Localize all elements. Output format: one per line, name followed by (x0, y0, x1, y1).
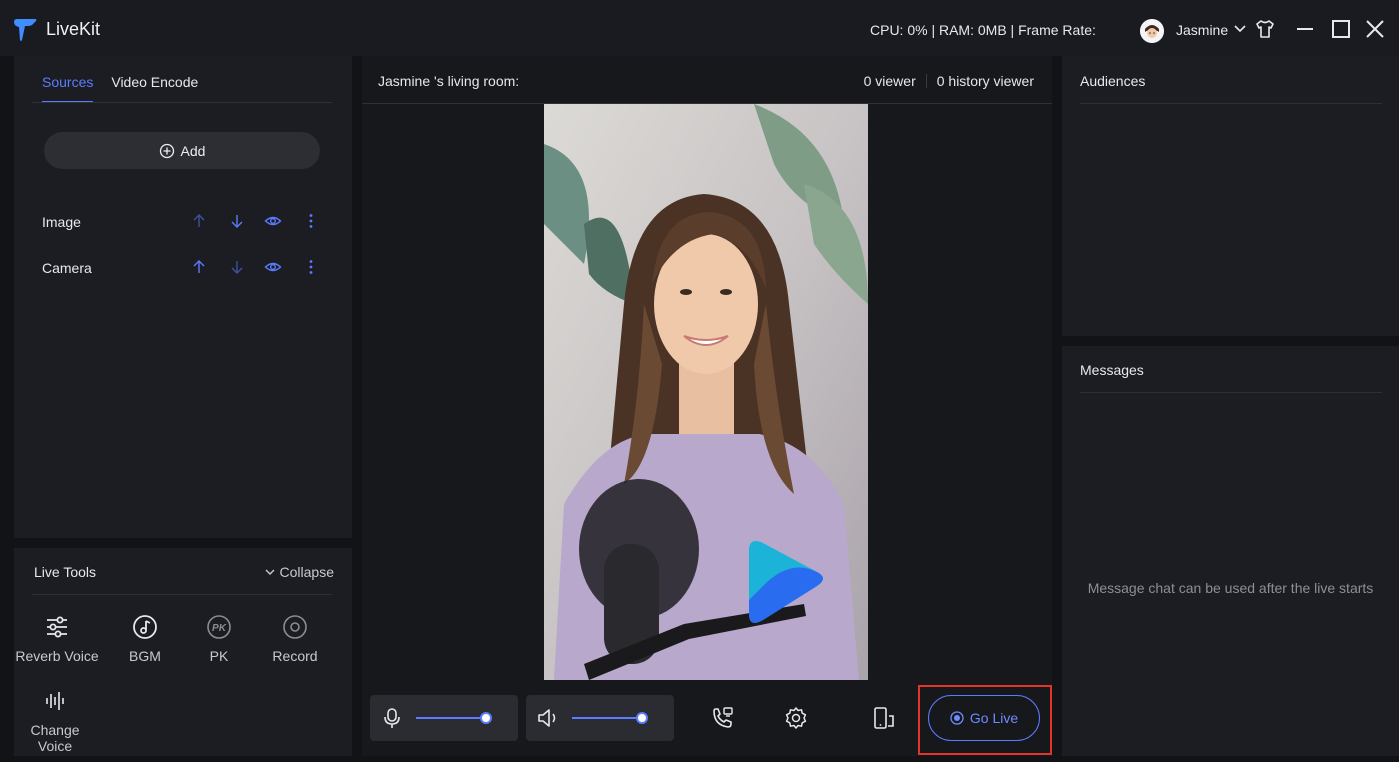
messages-divider (1080, 392, 1382, 393)
viewer-separator (925, 74, 927, 88)
tool-change-voice[interactable]: Change Voice (12, 688, 98, 754)
source-item-image[interactable]: Image (42, 212, 332, 232)
live-tools-panel: Live Tools Collapse Reverb Voice BGM PK … (14, 548, 352, 756)
waveform-icon (46, 692, 64, 710)
tool-label: PK (209, 648, 229, 664)
sources-tabs: Sources Video Encode (42, 74, 198, 103)
microphone-icon[interactable] (382, 707, 402, 729)
messages-empty-text: Message chat can be used after the live … (1087, 580, 1374, 596)
tool-label: Change Voice (30, 722, 80, 754)
maximize-icon[interactable] (1330, 18, 1352, 40)
camera-preview-image (544, 104, 868, 680)
add-source-button[interactable]: Add (44, 132, 320, 169)
microphone-volume-slider[interactable] (416, 717, 488, 719)
microphone-control (370, 695, 518, 741)
skin-shirt-icon[interactable] (1254, 18, 1276, 40)
video-preview[interactable] (544, 104, 868, 680)
system-stats: CPU: 0% | RAM: 0MB | Frame Rate: (870, 22, 1096, 38)
speaker-control (526, 695, 674, 741)
tool-label: Reverb Voice (15, 648, 99, 664)
live-tools-divider (32, 594, 332, 595)
tab-sources[interactable]: Sources (42, 74, 94, 103)
chevron-down-icon (265, 569, 275, 575)
eye-icon[interactable] (264, 212, 282, 230)
viewer-counts: 0 viewer 0 history viewer (864, 73, 1034, 89)
tab-video-encode[interactable]: Video Encode (111, 74, 198, 90)
settings-gear-icon[interactable] (784, 706, 808, 730)
title-bar: LiveKit CPU: 0% | RAM: 0MB | Frame Rate:… (0, 0, 1399, 56)
arrow-up-icon[interactable] (190, 258, 208, 276)
audiences-title: Audiences (1080, 73, 1146, 89)
tool-reverb-voice[interactable]: Reverb Voice (12, 614, 102, 664)
messages-title: Messages (1080, 362, 1144, 378)
record-icon (283, 615, 307, 639)
speaker-volume-knob[interactable] (636, 712, 648, 724)
live-room-panel: Jasmine 's living room: 0 viewer 0 histo… (362, 56, 1052, 756)
svg-text:PK: PK (212, 623, 227, 634)
avatar-face-icon (1140, 19, 1164, 43)
pk-icon: PK (207, 615, 231, 639)
arrow-down-icon[interactable] (228, 212, 246, 230)
screen-orientation-icon[interactable] (872, 706, 896, 730)
livekit-logo-icon (14, 19, 37, 41)
chevron-down-icon[interactable] (1233, 22, 1247, 36)
history-viewer-count: 0 history viewer (936, 73, 1034, 89)
more-vertical-icon[interactable] (302, 212, 320, 230)
app-title: LiveKit (46, 19, 101, 39)
viewer-count: 0 viewer (863, 73, 916, 89)
add-source-label: Add (180, 142, 206, 159)
record-dot-icon (950, 711, 964, 725)
audiences-divider (1080, 103, 1382, 104)
more-vertical-icon[interactable] (302, 258, 320, 276)
go-live-button[interactable]: Go Live (928, 695, 1040, 741)
arrow-up-icon[interactable] (190, 212, 208, 230)
speaker-volume-slider[interactable] (572, 717, 644, 719)
speaker-icon[interactable] (536, 707, 560, 729)
eye-icon[interactable] (264, 258, 282, 276)
live-tools-title: Live Tools (34, 564, 97, 580)
reverb-icon (47, 616, 67, 638)
sources-panel: Sources Video Encode Add Image Camera (14, 56, 352, 538)
tool-record[interactable]: Record (250, 614, 340, 664)
close-icon[interactable] (1364, 18, 1386, 40)
collapse-label: Collapse (279, 564, 334, 580)
tool-label: Record (272, 648, 318, 664)
co-host-call-icon[interactable] (710, 706, 734, 730)
avatar[interactable] (1140, 19, 1164, 43)
messages-panel: Messages Message chat can be used after … (1062, 346, 1399, 756)
arrow-down-icon[interactable] (228, 258, 246, 276)
user-name[interactable]: Jasmine (1176, 22, 1228, 38)
microphone-volume-knob[interactable] (480, 712, 492, 724)
audiences-panel: Audiences (1062, 56, 1399, 336)
go-live-label: Go Live (969, 710, 1019, 726)
tool-label: BGM (129, 648, 161, 664)
source-item-label: Camera (42, 260, 92, 276)
room-title: Jasmine 's living room: (378, 73, 520, 89)
music-note-icon (133, 615, 157, 639)
collapse-button[interactable]: Collapse (264, 564, 334, 580)
source-item-label: Image (42, 214, 81, 230)
source-item-camera[interactable]: Camera (42, 258, 332, 278)
minimize-icon[interactable] (1294, 18, 1316, 40)
tabs-divider (32, 102, 332, 103)
plus-circle-icon (159, 143, 174, 158)
